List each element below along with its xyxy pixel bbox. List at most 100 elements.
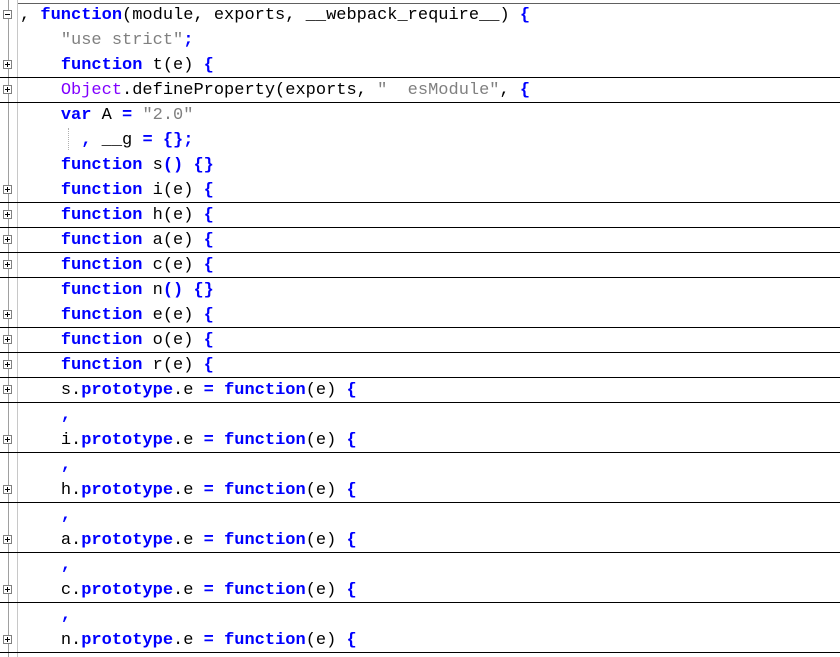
- code-token: .e: [173, 381, 204, 400]
- code-token: o(e): [142, 331, 204, 350]
- code-token: ,: [60, 606, 72, 625]
- code-text: ,: [20, 603, 71, 628]
- folded-code-line[interactable]: function r(e) {: [0, 353, 840, 378]
- code-token: s.: [60, 381, 82, 400]
- code-line[interactable]: "use strict";: [0, 28, 840, 53]
- code-token: var: [60, 106, 92, 125]
- code-line[interactable]: , __g = {};: [0, 128, 840, 153]
- code-token: function: [224, 431, 306, 450]
- code-text: function i(e) {: [20, 178, 214, 203]
- code-token: ,: [60, 506, 72, 525]
- fold-plus-icon[interactable]: [3, 585, 12, 594]
- code-token: {: [346, 481, 357, 500]
- code-token: .e: [173, 631, 204, 650]
- folded-code-line[interactable]: function i(e) {: [0, 178, 840, 203]
- code-token: .e: [173, 481, 204, 500]
- folded-code-line[interactable]: h.prototype.e = function(e) {: [0, 478, 840, 503]
- fold-plus-icon[interactable]: [3, 235, 12, 244]
- code-token: (): [162, 281, 184, 300]
- code-line[interactable]: ,: [0, 553, 840, 578]
- code-line[interactable]: ,: [0, 403, 840, 428]
- code-token: Object: [60, 81, 123, 100]
- code-text: i.prototype.e = function(e) {: [20, 428, 357, 453]
- code-token: i.: [60, 431, 82, 450]
- code-token: (e): [305, 581, 347, 600]
- code-editor[interactable]: , function(module, exports, __webpack_re…: [0, 0, 840, 657]
- code-token: function: [60, 281, 143, 300]
- folded-code-line[interactable]: function h(e) {: [0, 203, 840, 228]
- code-text: ,: [20, 403, 71, 428]
- code-text: var A = "2.0": [20, 103, 194, 128]
- fold-plus-icon[interactable]: [3, 360, 12, 369]
- code-line[interactable]: function n() {}: [0, 278, 840, 303]
- folded-code-line[interactable]: function e(e) {: [0, 303, 840, 328]
- code-token: {: [203, 231, 214, 250]
- code-token: "use strict": [60, 31, 184, 50]
- code-token: =: [203, 581, 214, 600]
- fold-plus-icon[interactable]: [3, 260, 12, 269]
- code-line[interactable]: var A = "2.0": [0, 103, 840, 128]
- code-line[interactable]: , function(module, exports, __webpack_re…: [0, 3, 840, 28]
- fold-plus-icon[interactable]: [3, 60, 12, 69]
- code-token: prototype: [81, 631, 174, 650]
- code-text: function r(e) {: [20, 353, 214, 378]
- code-line[interactable]: ,: [0, 503, 840, 528]
- code-text: function s() {}: [20, 153, 214, 178]
- code-token: c(e): [142, 256, 204, 275]
- fold-plus-icon[interactable]: [3, 385, 12, 394]
- code-line[interactable]: ,: [0, 603, 840, 628]
- folded-code-line[interactable]: function o(e) {: [0, 328, 840, 353]
- folded-code-line[interactable]: n.prototype.e = function(e) {: [0, 628, 840, 653]
- code-token: =: [203, 381, 214, 400]
- code-token: {: [346, 381, 357, 400]
- fold-plus-icon[interactable]: [3, 310, 12, 319]
- folded-code-line[interactable]: s.prototype.e = function(e) {: [0, 378, 840, 403]
- fold-plus-icon[interactable]: [3, 335, 12, 344]
- fold-plus-icon[interactable]: [3, 185, 12, 194]
- folded-code-line[interactable]: i.prototype.e = function(e) {: [0, 428, 840, 453]
- code-token: function: [60, 356, 143, 375]
- code-token: .e: [173, 531, 204, 550]
- code-token: {: [203, 181, 214, 200]
- fold-minus-icon[interactable]: [3, 10, 12, 19]
- code-token: s: [142, 156, 163, 175]
- code-token: function: [60, 231, 143, 250]
- code-token: =: [203, 481, 214, 500]
- folded-code-line[interactable]: function a(e) {: [0, 228, 840, 253]
- fold-plus-icon[interactable]: [3, 435, 12, 444]
- fold-plus-icon[interactable]: [3, 635, 12, 644]
- code-token: function: [224, 631, 306, 650]
- code-token: {: [203, 56, 214, 75]
- code-token: function: [60, 156, 143, 175]
- folded-code-line[interactable]: Object.defineProperty(exports, " esModul…: [0, 78, 840, 103]
- code-line[interactable]: ,: [0, 453, 840, 478]
- folded-code-line[interactable]: function c(e) {: [0, 253, 840, 278]
- code-token: =: [203, 531, 214, 550]
- fold-plus-icon[interactable]: [3, 535, 12, 544]
- folded-code-line[interactable]: function t(e) {: [0, 53, 840, 78]
- fold-plus-icon[interactable]: [3, 210, 12, 219]
- code-line[interactable]: function s() {}: [0, 153, 840, 178]
- code-token: t(e): [142, 56, 204, 75]
- folded-code-line[interactable]: c.prototype.e = function(e) {: [0, 578, 840, 603]
- code-text: c.prototype.e = function(e) {: [20, 578, 357, 603]
- code-token: (e): [305, 631, 347, 650]
- code-token: prototype: [81, 381, 174, 400]
- code-token: function: [224, 581, 306, 600]
- fold-plus-icon[interactable]: [3, 85, 12, 94]
- folded-code-line[interactable]: a.prototype.e = function(e) {: [0, 528, 840, 553]
- fold-plus-icon[interactable]: [3, 485, 12, 494]
